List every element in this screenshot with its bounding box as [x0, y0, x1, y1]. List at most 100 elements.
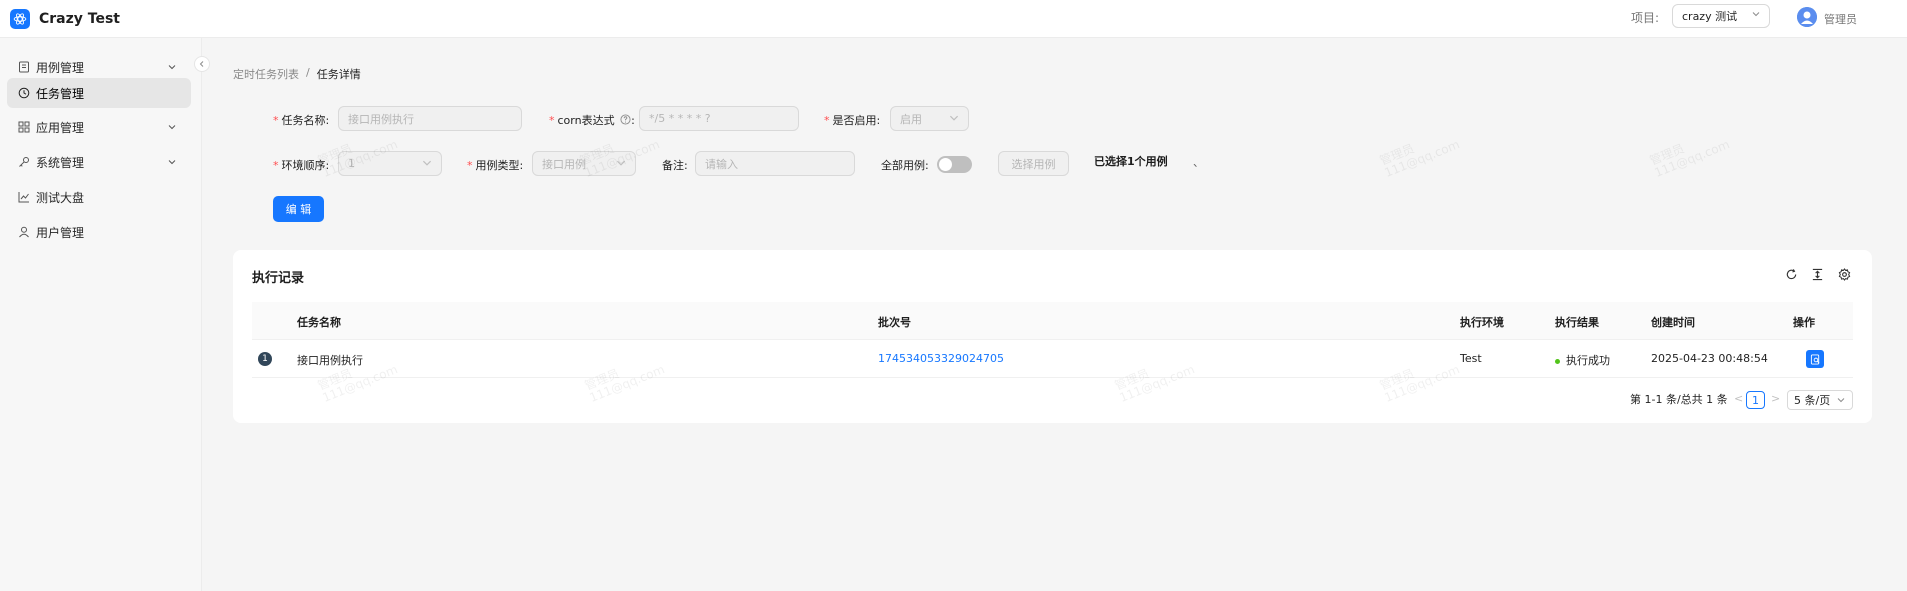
watermark-line: 111@qq.com: [1652, 137, 1732, 180]
setting-icon[interactable]: [1837, 267, 1851, 281]
result-cell: 执行成功: [1555, 352, 1610, 368]
sidebar-collapse-button[interactable]: [194, 56, 210, 72]
execution-records-card: 执行记录 任务名称 批次号 执行环境 执行结果 创建时间 操作 1 接口用例执行…: [233, 250, 1872, 423]
breadcrumb-separator: /: [306, 66, 310, 79]
select-cases-button[interactable]: 选择用例: [998, 151, 1069, 176]
pagination-summary: 第 1-1 条/总共 1 条: [1630, 393, 1728, 406]
created-at-cell: 2025-04-23 00:48:54: [1651, 352, 1768, 365]
question-circle-icon[interactable]: [620, 114, 631, 125]
sidebar-item-label: 任务管理: [36, 86, 85, 101]
line-chart-icon: [18, 191, 30, 203]
file-icon: [18, 61, 30, 73]
chevron-down-icon: [616, 160, 626, 166]
grid-icon: [18, 121, 30, 133]
records-title: 执行记录: [252, 271, 305, 286]
required-mark: *: [549, 114, 555, 127]
env-order-label: * 环境顺序:: [273, 157, 329, 173]
remark-label: 备注:: [662, 159, 688, 172]
enabled-select-value: 启用: [900, 112, 922, 126]
cron-label: * corn表达式 :: [549, 112, 635, 128]
breadcrumb-parent-link[interactable]: 定时任务列表: [233, 66, 299, 82]
sidebar-item-system-management[interactable]: 系统管理: [7, 147, 191, 177]
task-name-cell: 接口用例执行: [297, 354, 363, 367]
enabled-label-text: 是否启用:: [832, 114, 881, 127]
selected-cases-separator: 、: [1193, 156, 1204, 169]
table-row[interactable]: 1 接口用例执行 174534053329024705 Test 执行成功 20…: [252, 340, 1853, 378]
all-cases-toggle[interactable]: [937, 156, 972, 173]
all-cases-label: 全部用例:: [881, 159, 929, 172]
key-icon: [18, 156, 30, 168]
project-select-value: crazy 测试: [1682, 10, 1738, 23]
project-select[interactable]: crazy 测试: [1672, 4, 1770, 28]
required-mark: *: [467, 159, 473, 172]
column-header[interactable]: 创建时间: [1651, 314, 1695, 330]
success-status-dot: [1555, 358, 1560, 364]
env-order-select[interactable]: 1: [338, 151, 442, 176]
table-header: 任务名称 批次号 执行环境 执行结果 创建时间 操作: [252, 302, 1853, 340]
page-size-select[interactable]: 5 条/页: [1787, 390, 1853, 410]
enabled-select[interactable]: 启用: [890, 106, 969, 131]
toggle-knob: [939, 158, 952, 171]
column-header[interactable]: 执行环境: [1460, 314, 1504, 330]
case-type-label: * 用例类型:: [467, 157, 523, 173]
remark-input[interactable]: 请输入: [695, 151, 855, 176]
result-text: 执行成功: [1566, 354, 1610, 367]
next-page-button[interactable]: >: [1771, 392, 1780, 405]
case-type-select[interactable]: 接口用例: [532, 151, 636, 176]
task-name-placeholder: 接口用例执行: [348, 112, 414, 126]
column-height-icon[interactable]: [1810, 267, 1824, 281]
env-cell: Test: [1460, 352, 1482, 365]
user-avatar[interactable]: [1797, 7, 1817, 27]
clock-icon: [18, 87, 30, 99]
project-label: 项目:: [1631, 11, 1660, 25]
cron-placeholder: */5 * * * * ?: [649, 112, 711, 125]
sidebar-item-task-management[interactable]: 任务管理: [7, 78, 191, 108]
remark-placeholder: 请输入: [705, 157, 738, 171]
prev-page-button[interactable]: <: [1734, 392, 1743, 405]
sidebar-item-label: 测试大盘: [36, 190, 85, 205]
user-name[interactable]: 管理员: [1824, 11, 1857, 27]
cron-input[interactable]: */5 * * * * ?: [639, 106, 799, 131]
chevron-down-icon: [1837, 398, 1845, 403]
sidebar-item-app-management[interactable]: 应用管理: [7, 112, 191, 142]
required-mark: *: [273, 114, 279, 127]
row-index-badge: 1: [258, 352, 272, 366]
chevron-down-icon: [1752, 12, 1760, 17]
sidebar-item-label: 用例管理: [36, 60, 85, 75]
column-header[interactable]: 操作: [1793, 314, 1815, 330]
env-order-label-text: 环境顺序:: [281, 159, 330, 172]
column-header[interactable]: 批次号: [878, 314, 911, 330]
breadcrumb: 定时任务列表 / 任务详情: [233, 66, 361, 82]
file-search-icon: [1810, 353, 1819, 365]
view-report-button[interactable]: [1806, 350, 1824, 368]
reload-icon[interactable]: [1784, 267, 1798, 281]
edit-button[interactable]: 编 辑: [273, 196, 324, 222]
cron-label-text: corn表达式: [557, 114, 615, 127]
page-size-value: 5 条/页: [1794, 394, 1831, 407]
chevron-down-icon: [949, 115, 959, 121]
case-type-value: 接口用例: [542, 157, 586, 171]
env-order-value: 1: [348, 157, 355, 170]
user-icon: [18, 226, 30, 238]
selected-cases-info: 已选择1个用例: [1094, 155, 1168, 168]
task-name-label-text: 任务名称:: [281, 114, 330, 127]
sidebar-item-label: 系统管理: [36, 155, 85, 170]
case-type-label-text: 用例类型:: [475, 159, 524, 172]
batch-no-link[interactable]: 174534053329024705: [878, 352, 1004, 365]
sidebar: 用例管理 任务管理 应用管理 系统管理 测试大盘 用户管理: [0, 38, 202, 591]
watermark: 管理员111@qq.com: [1378, 126, 1462, 180]
app-logo-icon[interactable]: [10, 8, 30, 29]
enabled-label: * 是否启用:: [824, 112, 880, 128]
column-header[interactable]: 执行结果: [1555, 314, 1599, 330]
sidebar-item-label: 应用管理: [36, 120, 85, 135]
sidebar-item-user-management[interactable]: 用户管理: [7, 217, 191, 247]
top-header: Crazy Test 项目: crazy 测试 管理员: [0, 0, 1907, 38]
task-name-label: * 任务名称:: [273, 112, 329, 128]
column-header[interactable]: 任务名称: [297, 314, 341, 330]
task-name-input[interactable]: 接口用例执行: [338, 106, 522, 131]
chevron-left-icon: [199, 61, 204, 67]
page-number-1[interactable]: 1: [1746, 391, 1765, 409]
app-title[interactable]: Crazy Test: [39, 11, 120, 27]
sidebar-item-label: 用户管理: [36, 225, 85, 240]
sidebar-item-test-dashboard[interactable]: 测试大盘: [7, 182, 191, 212]
